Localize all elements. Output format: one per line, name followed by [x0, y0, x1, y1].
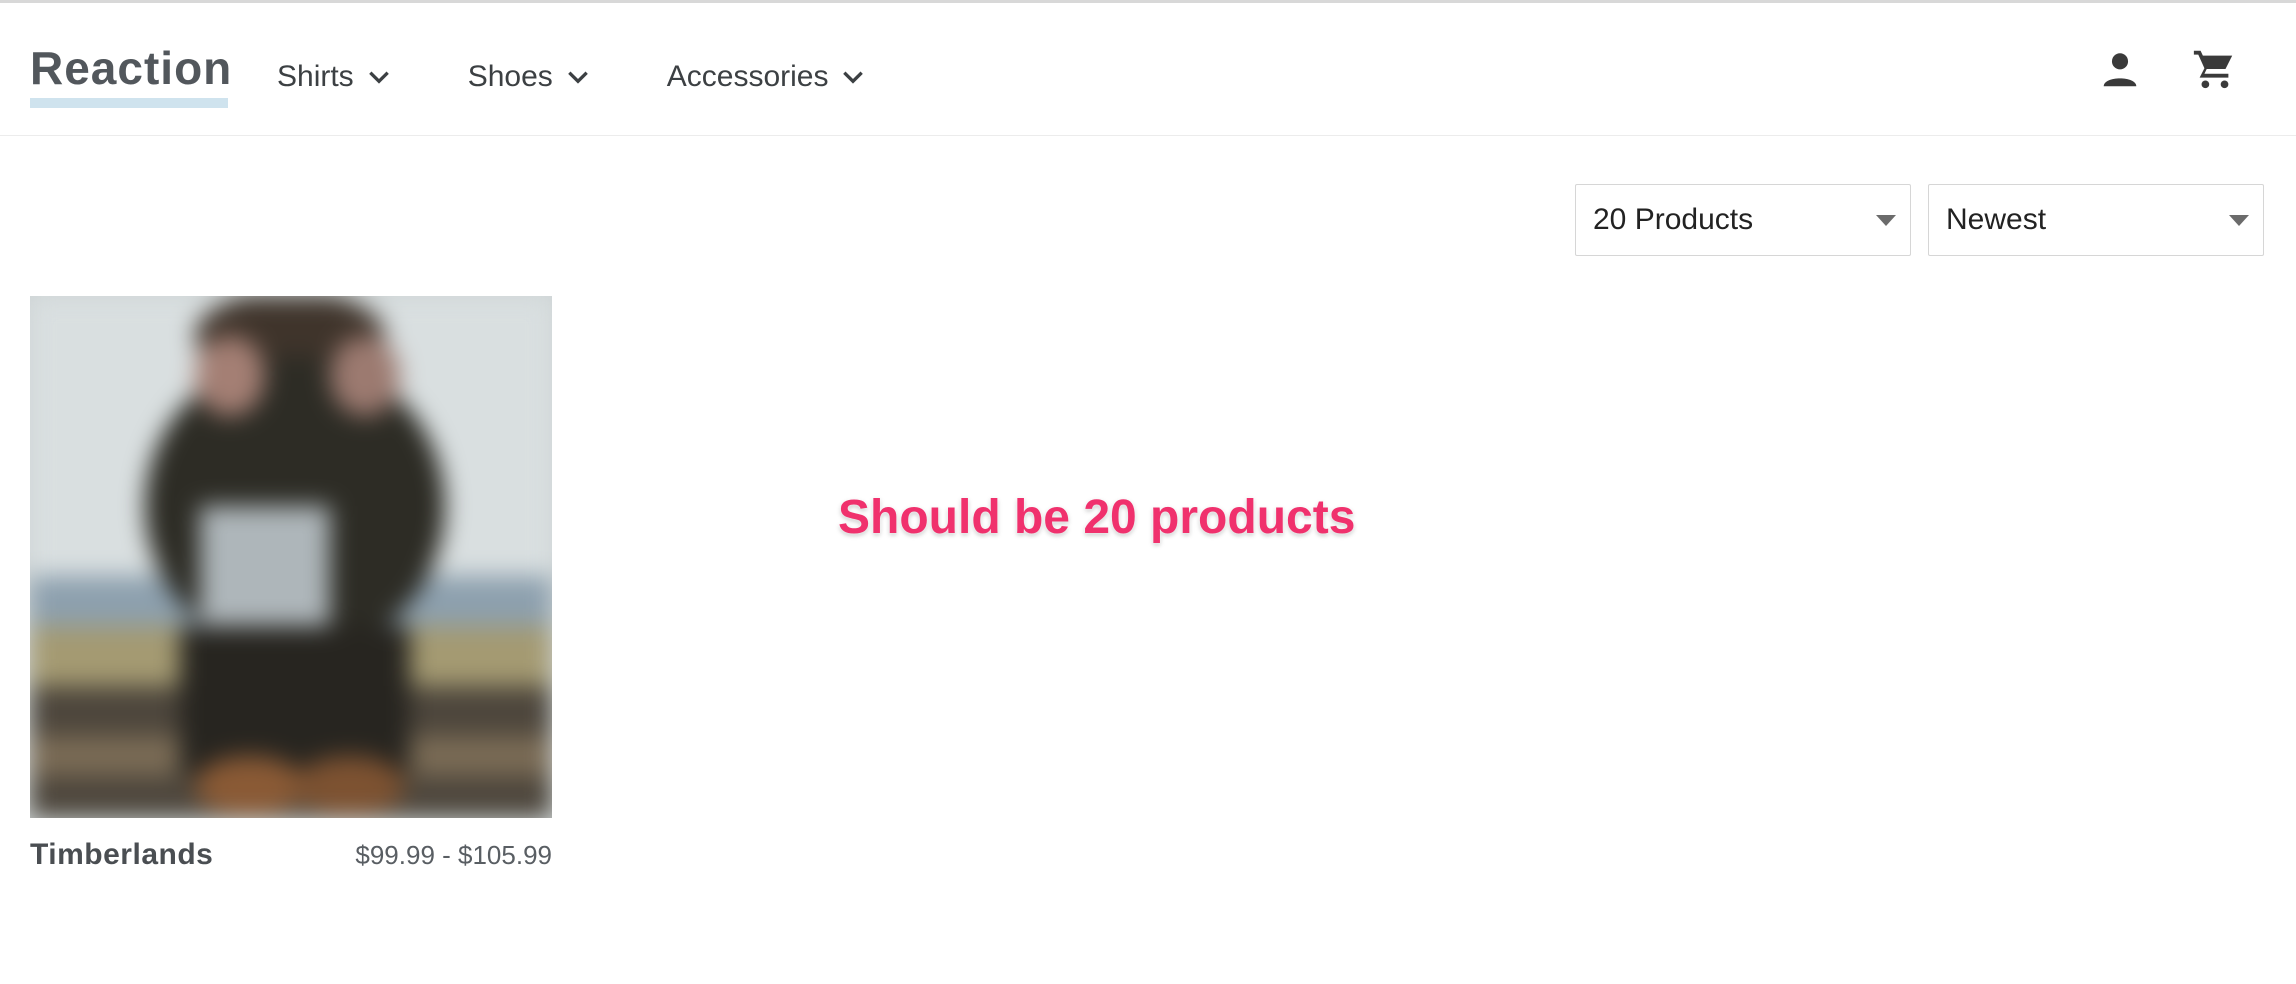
- caret-down-icon: [1876, 215, 1896, 226]
- main-nav: Shirts Shoes Accessories: [277, 52, 942, 102]
- chevron-down-icon: [567, 71, 588, 84]
- logo-underline: [30, 98, 228, 108]
- annotation-note: Should be 20 products: [838, 491, 1356, 544]
- chevron-down-icon: [368, 71, 389, 84]
- nav-item-shirts[interactable]: Shirts: [277, 52, 392, 102]
- product-title[interactable]: Timberlands: [30, 838, 213, 872]
- site-logo[interactable]: Reaction: [30, 36, 232, 100]
- product-image[interactable]: [30, 296, 552, 818]
- site-header: Reaction Shirts Shoes Accessories: [0, 6, 2296, 136]
- caret-down-icon: [2229, 215, 2249, 226]
- account-icon[interactable]: [2097, 46, 2143, 92]
- page-size-select[interactable]: 20 Products: [1575, 184, 1911, 256]
- product-meta: Timberlands $99.99 - $105.99: [30, 838, 552, 872]
- product-price: $99.99 - $105.99: [355, 840, 552, 870]
- cart-icon[interactable]: [2191, 46, 2237, 92]
- sort-value: Newest: [1946, 203, 2047, 236]
- chevron-down-icon: [843, 71, 864, 84]
- nav-label: Shirts: [277, 60, 354, 93]
- nav-label: Accessories: [666, 60, 829, 93]
- page-size-value: 20 Products: [1593, 203, 1754, 236]
- nav-item-accessories[interactable]: Accessories: [667, 52, 867, 102]
- nav-item-shoes[interactable]: Shoes: [468, 52, 591, 102]
- nav-label: Shoes: [467, 60, 553, 93]
- product-card[interactable]: Timberlands $99.99 - $105.99: [30, 296, 552, 872]
- sort-select[interactable]: Newest: [1928, 184, 2264, 256]
